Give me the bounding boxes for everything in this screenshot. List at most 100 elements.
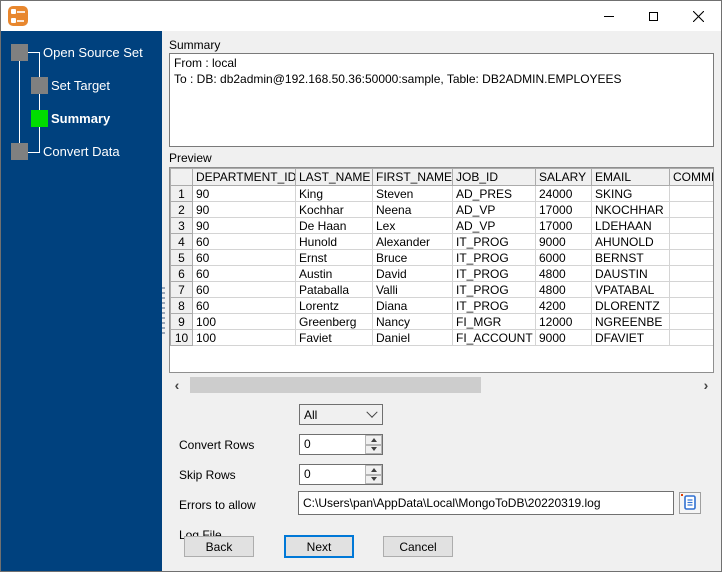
sidebar-item-summary[interactable]: Summary xyxy=(51,110,110,127)
table-cell[interactable]: Faviet xyxy=(295,329,373,346)
convert-rows-select[interactable]: All xyxy=(299,404,383,425)
table-cell[interactable] xyxy=(669,329,713,346)
skip-rows-increment-button[interactable] xyxy=(365,435,382,445)
column-header-email[interactable]: EMAIL xyxy=(591,168,670,186)
minimize-button[interactable] xyxy=(586,1,631,31)
column-header-job_id[interactable]: JOB_ID xyxy=(452,168,536,186)
table-cell[interactable]: VPATABAL xyxy=(591,281,670,298)
table-cell[interactable]: 4800 xyxy=(535,265,592,282)
table-cell[interactable]: Greenberg xyxy=(295,313,373,330)
errors-to-allow-stepper[interactable]: 0 xyxy=(299,464,383,485)
errors-increment-button[interactable] xyxy=(365,465,382,475)
table-cell[interactable] xyxy=(669,233,713,250)
open-log-button[interactable] xyxy=(679,492,701,514)
splitter-handle[interactable] xyxy=(162,287,165,335)
table-cell[interactable]: 100 xyxy=(192,329,296,346)
errors-decrement-button[interactable] xyxy=(365,474,382,484)
column-header-commission_pct[interactable]: COMMISSION_PCT xyxy=(669,168,713,186)
table-cell[interactable]: Kochhar xyxy=(295,201,373,218)
table-cell[interactable]: AD_VP xyxy=(452,217,536,234)
table-cell[interactable] xyxy=(669,281,713,298)
table-cell[interactable]: IT_PROG xyxy=(452,297,536,314)
row-header[interactable]: 2 xyxy=(170,201,193,218)
table-cell[interactable]: 60 xyxy=(192,249,296,266)
table-cell[interactable]: King xyxy=(295,185,373,202)
column-header-department_id[interactable]: DEPARTMENT_ID xyxy=(192,168,296,186)
table-cell[interactable] xyxy=(669,185,713,202)
table-cell[interactable]: Steven xyxy=(372,185,453,202)
table-cell[interactable]: David xyxy=(372,265,453,282)
table-cell[interactable]: Valli xyxy=(372,281,453,298)
table-cell[interactable]: IT_PROG xyxy=(452,233,536,250)
next-button[interactable]: Next xyxy=(284,535,354,558)
row-header[interactable]: 3 xyxy=(170,217,193,234)
horizontal-scrollbar[interactable]: ‹ › xyxy=(169,377,714,393)
table-cell[interactable]: 60 xyxy=(192,297,296,314)
sidebar-item-set-target[interactable]: Set Target xyxy=(51,77,110,94)
table-cell[interactable]: Ernst xyxy=(295,249,373,266)
back-button[interactable]: Back xyxy=(184,536,254,557)
table-cell[interactable]: 24000 xyxy=(535,185,592,202)
row-header[interactable]: 1 xyxy=(170,185,193,202)
table-cell[interactable]: Lex xyxy=(372,217,453,234)
sidebar-item-open-source-set[interactable]: Open Source Set xyxy=(43,44,143,61)
step-marker-summary[interactable] xyxy=(31,110,48,127)
table-cell[interactable]: DFAVIET xyxy=(591,329,670,346)
row-header-corner[interactable] xyxy=(170,168,193,186)
scrollbar-thumb[interactable] xyxy=(190,377,481,393)
table-cell[interactable]: DLORENTZ xyxy=(591,297,670,314)
table-cell[interactable]: BERNST xyxy=(591,249,670,266)
table-cell[interactable]: SKING xyxy=(591,185,670,202)
table-cell[interactable]: FI_MGR xyxy=(452,313,536,330)
table-cell[interactable]: NKOCHHAR xyxy=(591,201,670,218)
title-bar[interactable] xyxy=(1,1,721,31)
table-cell[interactable]: Neena xyxy=(372,201,453,218)
table-cell[interactable] xyxy=(669,313,713,330)
row-header[interactable]: 9 xyxy=(170,313,193,330)
step-marker-convert-data[interactable] xyxy=(11,143,28,160)
table-cell[interactable]: 90 xyxy=(192,217,296,234)
table-cell[interactable]: 4800 xyxy=(535,281,592,298)
table-cell[interactable]: 9000 xyxy=(535,233,592,250)
row-header[interactable]: 8 xyxy=(170,297,193,314)
step-marker-open-source-set[interactable] xyxy=(11,44,28,61)
table-cell[interactable]: 90 xyxy=(192,185,296,202)
table-cell[interactable]: Lorentz xyxy=(295,297,373,314)
table-cell[interactable]: IT_PROG xyxy=(452,281,536,298)
table-cell[interactable]: AD_PRES xyxy=(452,185,536,202)
table-cell[interactable]: IT_PROG xyxy=(452,249,536,266)
maximize-button[interactable] xyxy=(631,1,676,31)
table-cell[interactable]: 90 xyxy=(192,201,296,218)
table-cell[interactable]: Daniel xyxy=(372,329,453,346)
scroll-right-arrow-icon[interactable]: › xyxy=(698,377,714,393)
table-cell[interactable]: IT_PROG xyxy=(452,265,536,282)
table-cell[interactable]: DAUSTIN xyxy=(591,265,670,282)
table-cell[interactable]: 6000 xyxy=(535,249,592,266)
table-cell[interactable] xyxy=(669,297,713,314)
step-marker-set-target[interactable] xyxy=(31,77,48,94)
summary-textbox[interactable]: From : local To : DB: db2admin@192.168.5… xyxy=(169,53,714,147)
table-cell[interactable]: 100 xyxy=(192,313,296,330)
preview-data-grid[interactable]: DEPARTMENT_ID LAST_NAME FIRST_NAME JOB_ID SA… xyxy=(169,167,714,373)
cancel-button[interactable]: Cancel xyxy=(383,536,453,557)
table-cell[interactable] xyxy=(669,249,713,266)
table-cell[interactable] xyxy=(669,265,713,282)
table-cell[interactable]: AD_VP xyxy=(452,201,536,218)
row-header[interactable]: 5 xyxy=(170,249,193,266)
table-cell[interactable]: 60 xyxy=(192,233,296,250)
scroll-left-arrow-icon[interactable]: ‹ xyxy=(169,377,185,393)
table-cell[interactable]: 12000 xyxy=(535,313,592,330)
column-header-first_name[interactable]: FIRST_NAME xyxy=(372,168,453,186)
close-button[interactable] xyxy=(676,1,721,31)
table-cell[interactable] xyxy=(669,201,713,218)
table-cell[interactable]: Pataballa xyxy=(295,281,373,298)
table-cell[interactable]: 9000 xyxy=(535,329,592,346)
row-header[interactable]: 6 xyxy=(170,265,193,282)
sidebar-item-convert-data[interactable]: Convert Data xyxy=(43,143,120,160)
table-cell[interactable]: Hunold xyxy=(295,233,373,250)
table-cell[interactable]: Alexander xyxy=(372,233,453,250)
table-cell[interactable]: 4200 xyxy=(535,297,592,314)
table-cell[interactable]: NGREENBE xyxy=(591,313,670,330)
table-cell[interactable]: 60 xyxy=(192,265,296,282)
table-cell[interactable]: LDEHAAN xyxy=(591,217,670,234)
